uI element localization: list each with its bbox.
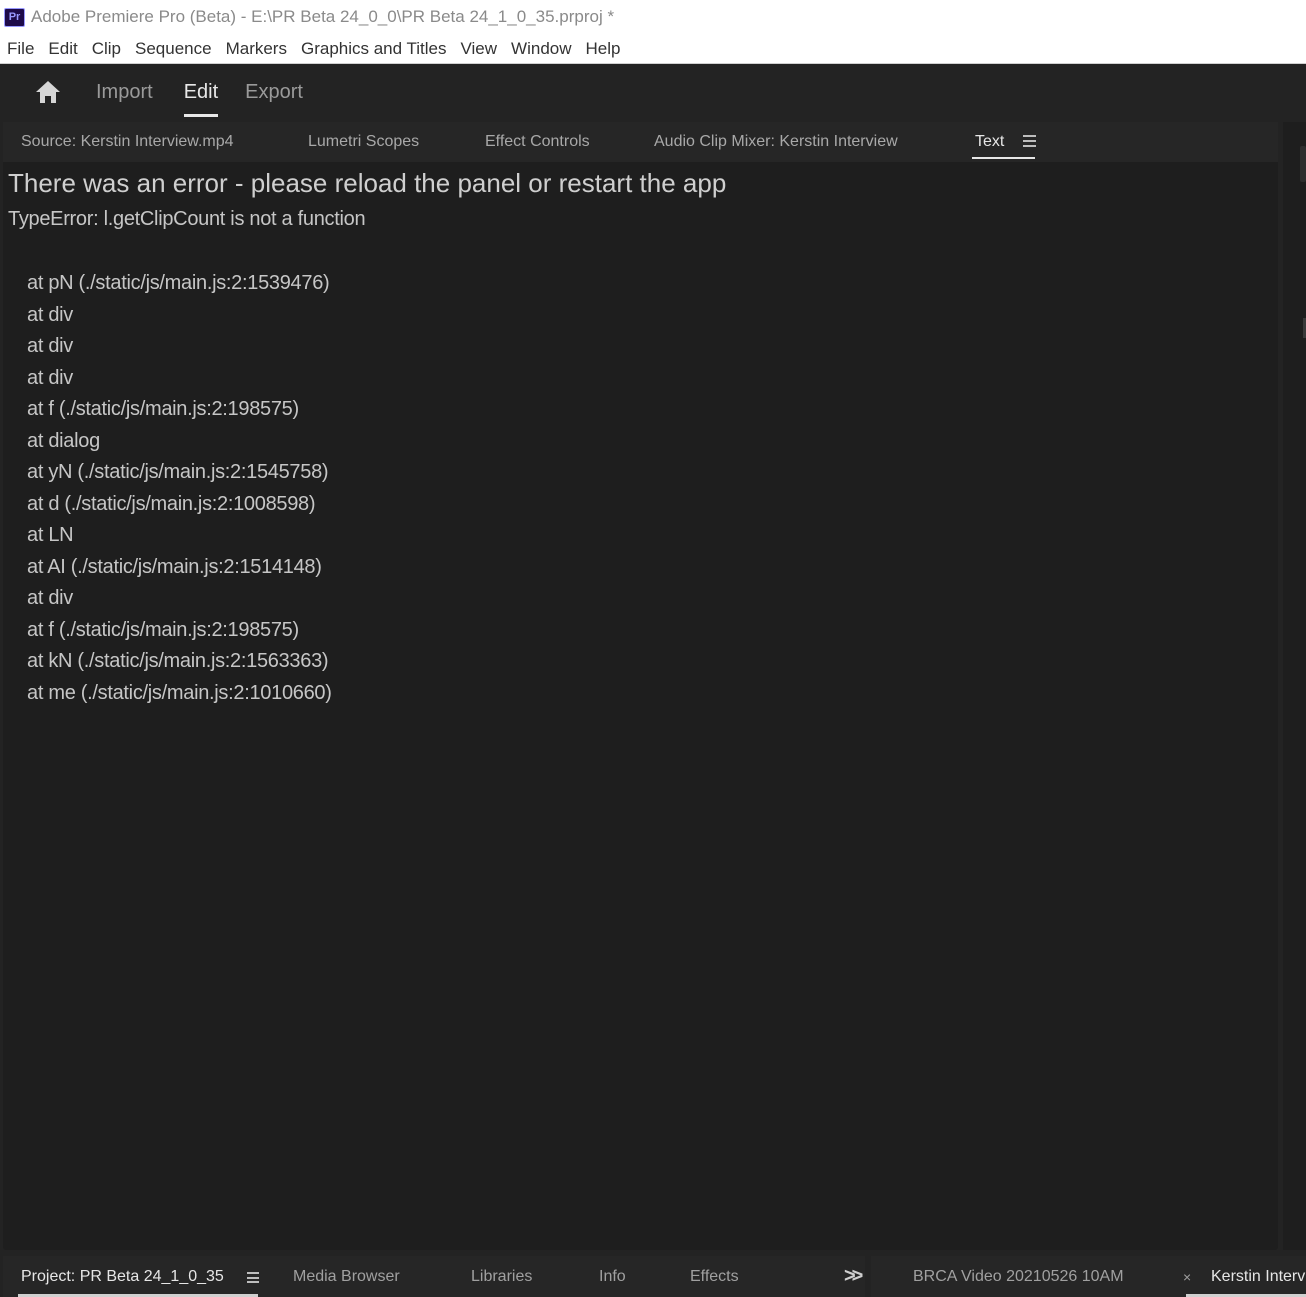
window-title-bar: Pr Adobe Premiere Pro (Beta) - E:\PR Bet… [0,0,1306,34]
tab-info[interactable]: Info [599,1256,626,1297]
stack-line: at d (./static/js/main.js:2:1008598) [27,492,316,515]
workspace-tab-export[interactable]: Export [245,64,303,120]
stack-line: at div [27,303,74,326]
menu-markers[interactable]: Markers [226,39,287,59]
tab-text[interactable]: Text [975,122,1004,162]
bottom-panel-tab-bar: Project: PR Beta 24_1_0_35 Media Browser… [3,1256,865,1297]
tab-media-browser[interactable]: Media Browser [293,1256,400,1297]
stack-line: at div [27,335,74,357]
error-message: TypeError: l.getClipCount is not a funct… [8,208,366,230]
workspace-tab-edit[interactable]: Edit [183,64,219,120]
tab-effects[interactable]: Effects [690,1256,739,1297]
stack-line: at dialog [27,429,100,452]
window-title: Adobe Premiere Pro (Beta) - E:\PR Beta 2… [31,7,615,26]
premiere-app-icon: Pr [4,7,25,27]
menu-file[interactable]: File [7,39,34,59]
timeline-tab-bar: BRCA Video 20210526 10AM × Kerstin Inter… [871,1256,1306,1297]
right-panel-handle[interactable] [1300,146,1306,182]
stack-line: at pN (./static/js/main.js:2:1539476) [27,272,330,294]
workspace-header: Import Edit Export [0,64,1306,120]
tab-sequence-kerstin[interactable]: Kerstin Interv [1211,1256,1305,1297]
menu-bar: File Edit Clip Sequence Markers Graphics… [0,34,1306,64]
menu-view[interactable]: View [461,39,498,59]
panel-tab-bar: Source: Kerstin Interview.mp4 Lumetri Sc… [3,122,1278,162]
tab-lumetri-scopes[interactable]: Lumetri Scopes [308,122,419,162]
stack-line: at div [27,587,74,609]
panel-menu-icon[interactable] [1023,135,1036,147]
tab-overflow-icon[interactable]: >> [844,1256,863,1297]
project-panel-menu-icon[interactable] [247,1272,259,1283]
tab-project[interactable]: Project: PR Beta 24_1_0_35 [21,1256,224,1297]
stack-line: at f (./static/js/main.js:2:198575) [27,618,299,641]
stack-trace: at pN (./static/js/main.js:2:1539476) at… [27,268,332,709]
tab-audio-clip-mixer[interactable]: Audio Clip Mixer: Kerstin Interview [654,122,898,162]
stack-line: at me (./static/js/main.js:2:1010660) [27,681,332,704]
active-tab-indicator [972,157,1035,159]
error-title: There was an error - please reload the p… [8,168,727,198]
close-icon[interactable]: × [1183,1256,1191,1297]
stack-line: at LN [27,524,74,546]
menu-graphics-and-titles[interactable]: Graphics and Titles [301,39,447,59]
stack-line: at AI (./static/js/main.js:2:1514148) [27,555,322,578]
stack-line: at yN (./static/js/main.js:2:1545758) [27,461,329,483]
right-panel-edge [1283,122,1306,1250]
tab-sequence-brca[interactable]: BRCA Video 20210526 10AM [913,1256,1124,1297]
stack-line: at div [27,366,74,389]
menu-sequence[interactable]: Sequence [135,39,212,59]
stack-line: at f (./static/js/main.js:2:198575) [27,398,299,420]
menu-edit[interactable]: Edit [48,39,77,59]
home-icon[interactable] [34,79,62,105]
menu-window[interactable]: Window [511,39,571,59]
menu-help[interactable]: Help [586,39,621,59]
stack-line: at kN (./static/js/main.js:2:1563363) [27,650,329,672]
tab-libraries[interactable]: Libraries [471,1256,532,1297]
text-panel: Source: Kerstin Interview.mp4 Lumetri Sc… [3,122,1278,1250]
menu-clip[interactable]: Clip [92,39,121,59]
workspace-tab-import[interactable]: Import [96,64,153,120]
tab-source[interactable]: Source: Kerstin Interview.mp4 [21,122,234,162]
tab-effect-controls[interactable]: Effect Controls [485,122,590,162]
